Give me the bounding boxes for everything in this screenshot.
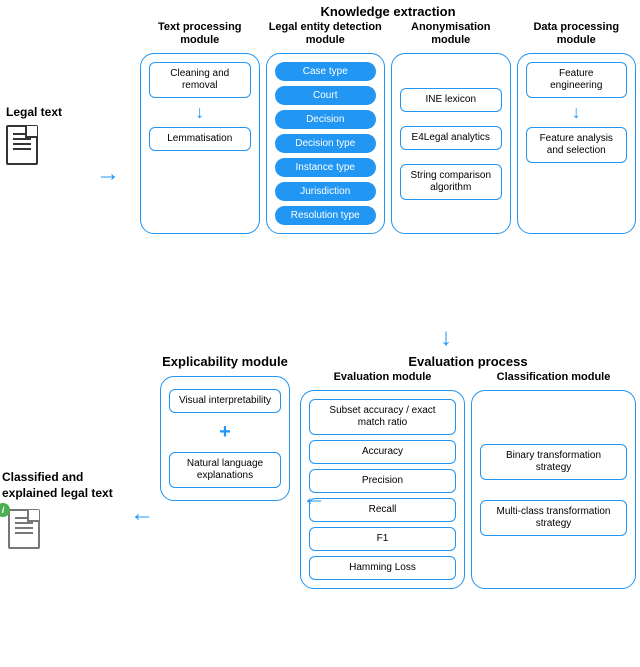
knowledge-extraction-block: Knowledge extraction Text processing mod… — [140, 4, 636, 234]
text-processing-title: Text processing module — [140, 21, 260, 47]
evaluation-title: Evaluation module — [300, 371, 465, 384]
class-multiclass: Multi-class transformation strategy — [480, 500, 627, 536]
evaluation-col: Evaluation module Subset accuracy / exac… — [300, 371, 465, 589]
metric-recall: Recall — [309, 498, 456, 522]
arrow-input-to-ke — [96, 160, 120, 188]
legal-entity-title: Legal entity detection module — [266, 21, 386, 47]
metric-precision: Precision — [309, 469, 456, 493]
tag-case-type: Case type — [275, 62, 377, 81]
arrow-ke-to-ep — [440, 324, 452, 352]
ep-title: Evaluation process — [300, 354, 636, 369]
ke-title: Knowledge extraction — [140, 4, 636, 19]
dp-feature-analysis: Feature analysis and selection — [526, 127, 628, 163]
output-block: Classified and explained legal text i — [2, 470, 122, 549]
arrow-dp-inner — [572, 102, 581, 123]
dp-feature-eng: Feature engineering — [526, 62, 628, 98]
metric-subset-accuracy: Subset accuracy / exact match ratio — [309, 399, 456, 435]
tag-instance-type: Instance type — [275, 158, 377, 177]
classification-col: Classification module Binary transformat… — [471, 371, 636, 589]
text-processing-col: Text processing module Cleaning and remo… — [140, 21, 260, 234]
explicability-block: Explicability module Visual interpretabi… — [160, 354, 290, 501]
tp-step2: Lemmatisation — [149, 127, 251, 151]
arrow-tp-inner — [195, 102, 204, 123]
classification-title: Classification module — [471, 371, 636, 384]
tp-step1: Cleaning and removal — [149, 62, 251, 98]
evaluation-process-block: Evaluation process Evaluation module Sub… — [300, 354, 636, 589]
anonymisation-title: Anonymisation module — [391, 21, 511, 47]
tag-decision-type: Decision type — [275, 134, 377, 153]
output-label: Classified and explained legal text — [2, 470, 122, 501]
tag-court: Court — [275, 86, 377, 105]
document-output-icon — [8, 509, 40, 549]
explic-nl-explanations: Natural language explanations — [169, 452, 281, 488]
tag-jurisdiction: Jurisdiction — [275, 182, 377, 201]
anon-string-compare: String comparison algorithm — [400, 164, 502, 200]
explic-visual: Visual interpretability — [169, 389, 281, 413]
anon-e4legal: E4Legal analytics — [400, 126, 502, 150]
metric-hamming-loss: Hamming Loss — [309, 556, 456, 580]
input-label: Legal text — [6, 105, 62, 119]
anon-ine: INE lexicon — [400, 88, 502, 112]
plus-icon — [219, 421, 231, 444]
document-icon — [6, 125, 38, 165]
tag-resolution-type: Resolution type — [275, 206, 377, 225]
legal-entity-col: Legal entity detection module Case type … — [266, 21, 386, 234]
data-processing-col: Data processing module Feature engineeri… — [517, 21, 637, 234]
bottom-row: Explicability module Visual interpretabi… — [160, 354, 636, 589]
arrow-explic-to-output — [130, 500, 154, 528]
explicability-title: Explicability module — [160, 354, 290, 370]
data-processing-title: Data processing module — [517, 21, 637, 47]
tag-decision: Decision — [275, 110, 377, 129]
metric-f1: F1 — [309, 527, 456, 551]
arrow-ep-to-explic — [302, 484, 326, 512]
class-binary: Binary transformation strategy — [480, 444, 627, 480]
anonymisation-col: Anonymisation module INE lexicon E4Legal… — [391, 21, 511, 234]
input-block: Legal text — [6, 105, 96, 165]
metric-accuracy: Accuracy — [309, 440, 456, 464]
